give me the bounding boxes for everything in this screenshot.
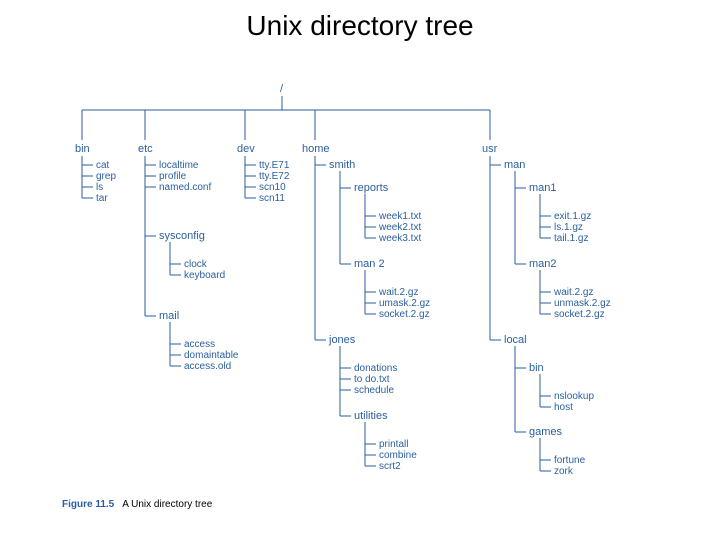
file-man1-1: ls.1.gz — [554, 222, 583, 233]
dir-sysconfig: sysconfig — [159, 230, 205, 242]
file-games-0: fortune — [554, 455, 586, 466]
file-reports-2: week3.txt — [378, 233, 421, 244]
file-local-bin-0: nslookup — [554, 391, 594, 402]
dir-reports: reports — [354, 182, 389, 194]
file-smith-man2-2: socket.2.gz — [379, 309, 430, 320]
dir-smith-man2: man 2 — [354, 258, 385, 270]
dir-local-bin: bin — [529, 362, 544, 374]
file-util-1: combine — [379, 450, 417, 461]
svg-text:Figure 11.5A Unix directory tr: Figure 11.5 A Unix directory tree — [62, 499, 213, 510]
file-man2-1: unmask.2.gz — [554, 298, 611, 309]
file-util-2: scrt2 — [379, 461, 401, 472]
file-sysconfig-0: clock — [184, 259, 208, 270]
dir-etc: etc — [138, 143, 153, 155]
dir-smith: smith — [329, 159, 355, 171]
dir-mail: mail — [159, 310, 179, 322]
tree-diagram: / bin cat grep ls tar etc localtime prof… — [0, 0, 720, 540]
file-reports-1: week2.txt — [378, 222, 421, 233]
dir-home: home — [302, 143, 330, 155]
dir-dev: dev — [237, 143, 255, 155]
file-bin-0: cat — [96, 160, 110, 171]
file-man2-2: socket.2.gz — [554, 309, 605, 320]
file-util-0: printall — [379, 439, 408, 450]
dir-games: games — [529, 426, 563, 438]
file-dev-0: tty.E71 — [259, 160, 290, 171]
file-dev-3: scn11 — [259, 193, 285, 204]
file-smith-man2-0: wait.2.gz — [378, 287, 418, 298]
file-etc-2: named.conf — [159, 182, 211, 193]
file-bin-3: tar — [96, 193, 108, 204]
file-mail-2: access.old — [184, 361, 231, 372]
file-etc-0: localtime — [159, 160, 199, 171]
file-jones-1: to do.txt — [354, 374, 390, 385]
file-sysconfig-1: keyboard — [184, 270, 225, 281]
file-games-1: zork — [554, 466, 574, 477]
dir-man1: man1 — [529, 182, 557, 194]
dir-local: local — [504, 334, 527, 346]
file-bin-2: ls — [96, 182, 103, 193]
file-dev-1: tty.E72 — [259, 171, 290, 182]
file-dev-2: scn10 — [259, 182, 286, 193]
file-jones-0: donations — [354, 363, 397, 374]
dir-utilities: utilities — [354, 410, 388, 422]
file-jones-2: schedule — [354, 385, 394, 396]
file-bin-1: grep — [96, 171, 116, 182]
dir-usr: usr — [482, 143, 498, 155]
caption-text: A Unix directory tree — [122, 499, 212, 510]
dir-man2: man2 — [529, 258, 557, 270]
root-label: / — [280, 83, 284, 95]
file-etc-1: profile — [159, 171, 187, 182]
file-mail-1: domaintable — [184, 350, 239, 361]
dir-jones: jones — [328, 334, 356, 346]
file-man1-2: tail.1.gz — [554, 233, 588, 244]
file-local-bin-1: host — [554, 402, 573, 413]
file-man2-0: wait.2.gz — [553, 287, 593, 298]
dir-bin: bin — [75, 143, 90, 155]
dir-usr-man: man — [504, 159, 525, 171]
file-man1-0: exit.1.gz — [554, 211, 591, 222]
file-smith-man2-1: umask.2.gz — [379, 298, 430, 309]
caption-label: Figure 11.5 — [62, 499, 115, 510]
file-reports-0: week1.txt — [378, 211, 421, 222]
file-mail-0: access — [184, 339, 215, 350]
